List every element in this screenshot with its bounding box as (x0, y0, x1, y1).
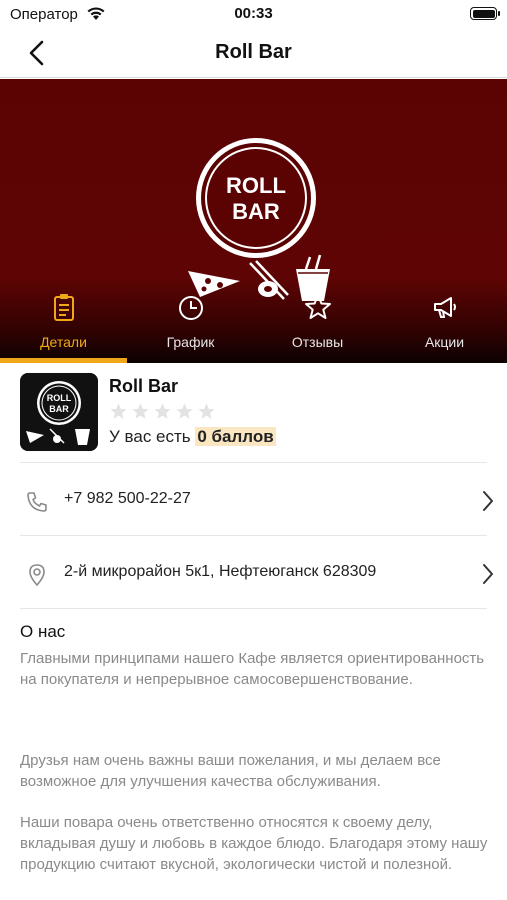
rating-stars (109, 402, 216, 421)
star-empty-icon (176, 403, 193, 419)
hero-banner: ROLL BAR Детали График Отзывы Акции (0, 79, 507, 363)
star-empty-icon (110, 403, 127, 419)
page-title: Roll Bar (215, 41, 292, 63)
restaurant-logo: ROLL BAR (20, 373, 98, 451)
megaphone-icon (433, 297, 456, 318)
hero-logo-line1: ROLL (226, 173, 286, 198)
divider (20, 535, 487, 536)
star-empty-icon (132, 403, 149, 419)
tab-promotions-label: Акции (424, 334, 465, 350)
divider (20, 462, 487, 463)
clipboard-icon (53, 294, 74, 321)
card-logo-line2: BAR (49, 404, 69, 414)
chevron-right-icon (483, 491, 493, 511)
divider (20, 608, 487, 609)
location-pin-icon (29, 564, 45, 587)
about-title: О нас (20, 622, 66, 641)
tab-bar: Детали График Отзывы Акции (0, 285, 507, 363)
card-logo-line1: ROLL (47, 393, 72, 403)
battery-icon (470, 7, 500, 20)
about-paragraph: Наши повара очень ответственно относятся… (20, 814, 488, 873)
tab-reviews-label: Отзывы (291, 334, 344, 350)
tab-reviews[interactable]: Отзывы (254, 285, 381, 363)
star-empty-icon (198, 403, 215, 419)
loyalty-points: У вас есть 0 баллов (109, 427, 276, 447)
tab-promotions[interactable]: Акции (381, 285, 507, 363)
address-text: 2-й микрорайон 5к1, Нефтеюганск 628309 (64, 563, 377, 580)
hero-logo-line2: BAR (232, 199, 280, 224)
address-row[interactable]: 2-й микрорайон 5к1, Нефтеюганск 628309 (0, 543, 507, 603)
status-bar: Оператор 00:33 (0, 0, 507, 28)
tab-details-label: Детали (40, 334, 87, 350)
phone-icon (27, 492, 47, 512)
tab-schedule[interactable]: График (127, 285, 254, 363)
points-prefix: У вас есть (109, 427, 191, 446)
clock-icon (178, 296, 203, 320)
about-paragraph: Друзья нам очень важны ваши пожелания, и… (20, 752, 441, 790)
star-empty-icon (154, 403, 171, 419)
phone-number: +7 982 500-22-27 (64, 490, 191, 507)
about-paragraph: Главными принципами нашего Кафе является… (20, 650, 485, 688)
roll-bar-logo: ROLL BAR (196, 138, 316, 258)
star-icon (304, 294, 331, 319)
restaurant-name: Roll Bar (109, 376, 179, 396)
nav-bar: Roll Bar (0, 28, 507, 78)
active-tab-indicator (0, 358, 127, 363)
tab-details[interactable]: Детали (0, 285, 127, 363)
chevron-right-icon (483, 564, 493, 584)
tab-schedule-label: График (166, 334, 215, 350)
points-value: 0 баллов (195, 427, 276, 446)
phone-row[interactable]: +7 982 500-22-27 (0, 470, 507, 530)
clock-time: 00:33 (234, 5, 273, 22)
